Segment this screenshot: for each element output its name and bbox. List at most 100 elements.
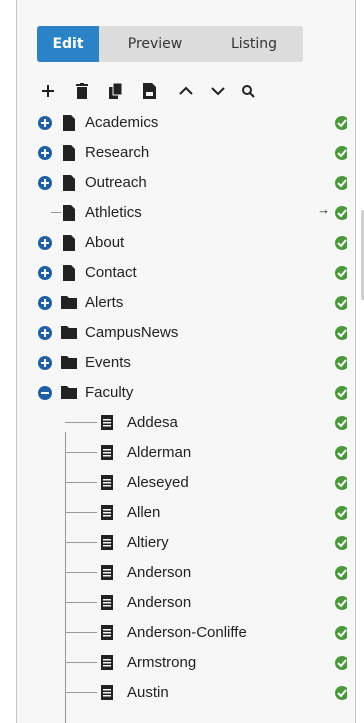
folder-icon [61,295,77,311]
tree-toolbar [37,78,337,104]
add-icon[interactable] [37,78,59,104]
tree-connector [65,512,97,513]
document-icon [101,535,115,551]
tree-item-label[interactable]: Outreach [85,174,147,191]
tree-item-faculty[interactable]: Faculty [17,378,347,408]
copy-icon[interactable] [105,78,127,104]
tree-item-label[interactable]: Contact [85,264,137,281]
document-icon [101,565,115,581]
tree-connector [65,542,97,543]
document-icon [101,685,115,701]
page-icon [63,265,77,281]
tree-item-faculty-child[interactable]: Altiery [17,528,347,558]
tree-item-alerts[interactable]: Alerts [17,288,347,318]
tree-connector [65,452,97,453]
published-status-icon [335,356,347,370]
tree-item-label[interactable]: About [85,234,124,251]
tree-item-label[interactable]: Anderson [127,594,191,611]
tree-item-label[interactable]: Academics [85,114,158,131]
tree-connector [65,422,97,423]
tree-item-label[interactable]: Addesa [127,414,178,431]
content-tree-panel: Edit Preview Listing Academics Research Ou… [16,0,364,723]
published-status-icon [335,686,347,700]
tree-item-label[interactable]: Faculty [85,384,133,401]
expand-icon[interactable] [38,146,52,160]
published-status-icon [335,656,347,670]
content-tree: Academics Research Outreach Athletics → About… [17,110,347,723]
expand-icon[interactable] [38,326,52,340]
tree-item-label[interactable]: Alderman [127,444,191,461]
tree-item-label[interactable]: Aleseyed [127,474,189,491]
tab-preview[interactable]: Preview [107,26,203,62]
expand-icon[interactable] [38,176,52,190]
expand-icon[interactable] [38,236,52,250]
tree-item-label[interactable]: Alerts [85,294,123,311]
move-down-icon[interactable] [207,78,229,104]
tree-item-label[interactable]: Armstrong [127,654,196,671]
published-status-icon [335,506,347,520]
tree-item-campusnews[interactable]: CampusNews [17,318,347,348]
tree-item-label[interactable]: Research [85,144,149,161]
published-status-icon [335,296,347,310]
expand-icon[interactable] [38,266,52,280]
tree-item-faculty-child[interactable]: Allen [17,498,347,528]
published-status-icon [335,116,347,130]
tree-item-faculty-child[interactable]: Armstrong [17,648,347,678]
page-icon [63,205,77,221]
tree-connector [65,602,97,603]
published-status-icon [335,266,347,280]
document-icon [101,415,115,431]
tree-item-faculty-child[interactable]: Aleseyed [17,468,347,498]
published-status-icon [335,536,347,550]
folder-icon [61,385,77,401]
tree-item-label[interactable]: Altiery [127,534,169,551]
tree-item-faculty-child[interactable]: Addesa [17,408,347,438]
tree-item-research[interactable]: Research [17,138,347,168]
page-icon [63,235,77,251]
tab-edit[interactable]: Edit [37,26,99,62]
tree-item-label[interactable]: Austin [127,684,169,701]
published-status-icon [335,476,347,490]
page-icon [63,145,77,161]
published-status-icon [335,206,347,220]
document-icon [101,445,115,461]
tree-item-label[interactable]: Allen [127,504,160,521]
paste-icon[interactable] [139,78,161,104]
tree-connector [65,692,97,693]
expand-icon[interactable] [38,116,52,130]
expand-icon[interactable] [38,296,52,310]
tree-connector [65,572,97,573]
published-status-icon [335,386,347,400]
tree-item-faculty-child[interactable]: Anderson [17,588,347,618]
document-icon [101,505,115,521]
tree-item-about[interactable]: About [17,228,347,258]
tab-listing[interactable]: Listing [209,26,299,62]
tree-item-faculty-child[interactable]: Alderman [17,438,347,468]
delete-icon[interactable] [71,78,93,104]
tree-item-faculty-child[interactable]: Anderson-Conliffe [17,618,347,648]
document-icon [101,595,115,611]
tree-item-label[interactable]: CampusNews [85,324,178,341]
document-icon [101,655,115,671]
tree-item-faculty-child[interactable]: Anderson [17,558,347,588]
tree-item-contact[interactable]: Contact [17,258,347,288]
tree-connector [65,482,97,483]
tree-connector [65,632,97,633]
published-status-icon [335,236,347,250]
tree-item-academics[interactable]: Academics [17,110,347,138]
tree-item-label[interactable]: Athletics [85,204,142,221]
tree-item-faculty-child[interactable]: Austin [17,678,347,708]
collapse-icon[interactable] [38,386,52,400]
tree-item-outreach[interactable]: Outreach [17,168,347,198]
folder-icon [61,325,77,341]
tree-item-events[interactable]: Events [17,348,347,378]
tree-item-athletics[interactable]: Athletics → [17,198,347,228]
tree-item-label[interactable]: Anderson [127,564,191,581]
tree-item-label[interactable]: Anderson-Conliffe [127,624,247,641]
expand-icon[interactable] [38,356,52,370]
move-up-icon[interactable] [175,78,197,104]
tree-item-label[interactable]: Events [85,354,131,371]
view-tabs: Edit Preview Listing [37,26,303,62]
search-icon[interactable] [237,78,259,104]
document-icon [101,475,115,491]
